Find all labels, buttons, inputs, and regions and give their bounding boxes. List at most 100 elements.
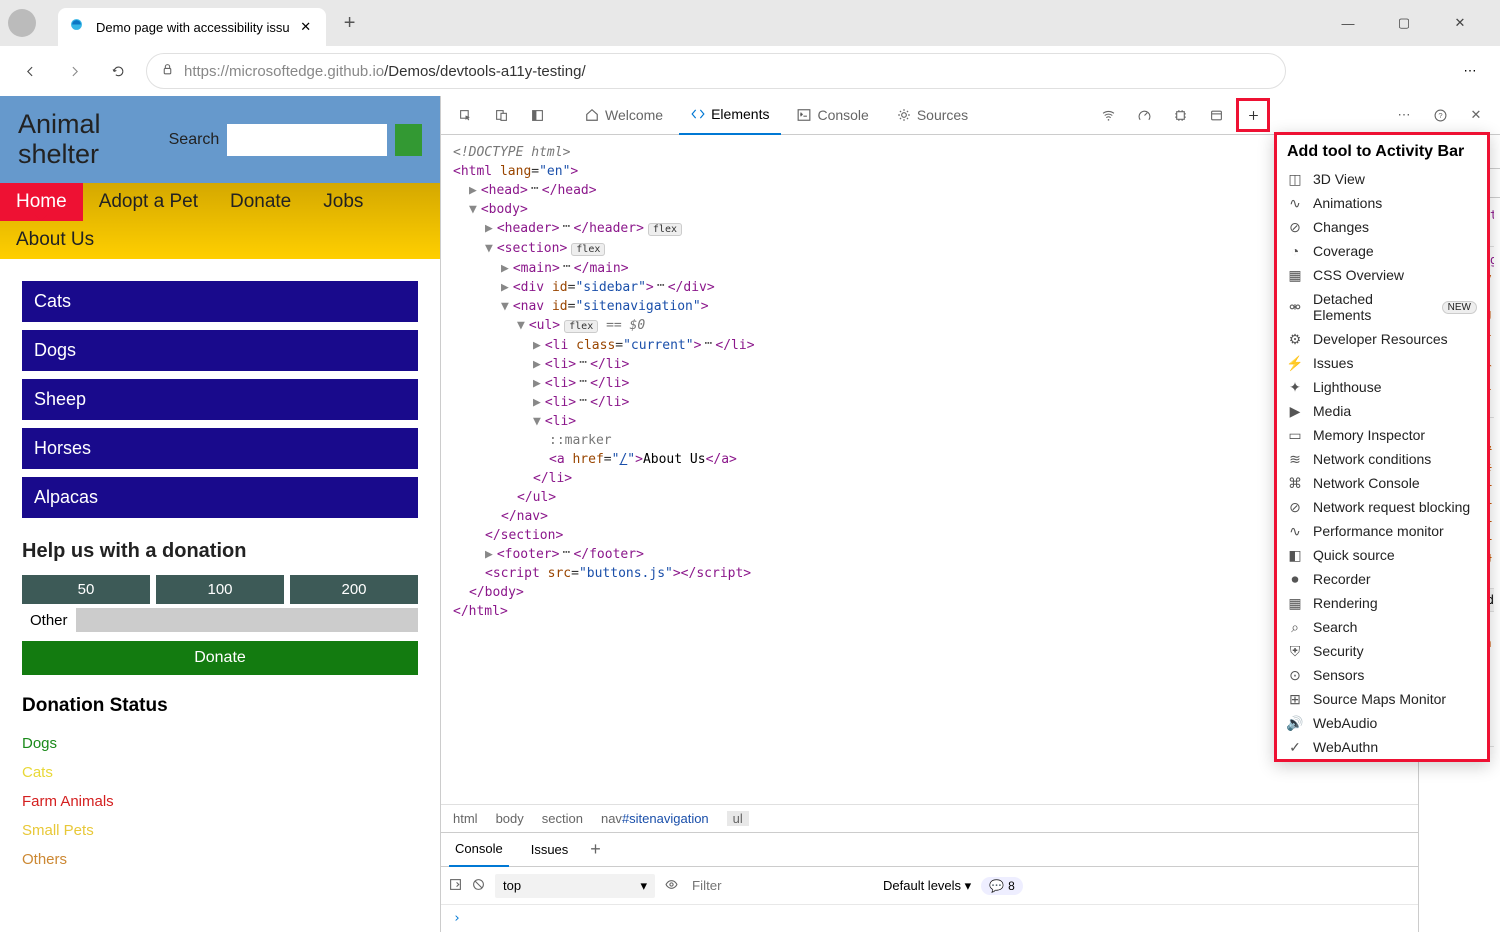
new-tab-button[interactable]: + <box>334 7 366 39</box>
dropdown-item[interactable]: ⚙Developer Resources <box>1277 327 1487 351</box>
performance-icon[interactable] <box>1128 99 1160 131</box>
dropdown-item[interactable]: ≋Network conditions <box>1277 447 1487 471</box>
browser-tab[interactable]: Demo page with accessibility issu ✕ <box>58 8 326 46</box>
dropdown-item[interactable]: ⊘Network request blocking <box>1277 495 1487 519</box>
page-header: Animal shelter Search <box>0 96 440 183</box>
svg-text:?: ? <box>1438 111 1442 120</box>
breadcrumb-item[interactable]: html <box>453 811 478 826</box>
dropdown-item[interactable]: ◫3D View <box>1277 167 1487 191</box>
log-levels-selector[interactable]: Default levels ▾ <box>883 878 971 894</box>
dropdown-item[interactable]: ⏺Recorder <box>1277 567 1487 591</box>
dropdown-item[interactable]: ⌕Search <box>1277 615 1487 639</box>
dropdown-item-label: Source Maps Monitor <box>1313 691 1446 707</box>
reload-button[interactable] <box>102 55 134 87</box>
back-button[interactable] <box>14 55 46 87</box>
issues-badge[interactable]: 💬8 <box>981 877 1023 895</box>
dropdown-item[interactable]: ⚡Issues <box>1277 351 1487 375</box>
breadcrumb-item[interactable]: section <box>542 811 583 826</box>
dropdown-item[interactable]: ◧Quick source <box>1277 543 1487 567</box>
dropdown-item[interactable]: ⊙Sensors <box>1277 663 1487 687</box>
sidebar-toggle-icon[interactable] <box>449 878 462 894</box>
close-devtools-icon[interactable]: ✕ <box>1460 99 1492 131</box>
search-label: Search <box>169 131 220 149</box>
dropdown-item[interactable]: ⚮Detached ElementsNEW <box>1277 287 1487 327</box>
breadcrumb-item[interactable]: nav#sitenavigation <box>601 811 709 826</box>
nav-item[interactable]: Home <box>0 183 83 221</box>
dropdown-item[interactable]: ⊘Changes <box>1277 215 1487 239</box>
clear-console-icon[interactable] <box>472 878 485 894</box>
dropdown-item[interactable]: ◔Coverage <box>1277 239 1487 263</box>
dom-tree[interactable]: <!DOCTYPE html> <html lang="en"> ▶<head>… <box>441 135 1418 804</box>
amount-button[interactable]: 100 <box>156 575 284 604</box>
profile-icon[interactable] <box>8 9 36 37</box>
dropdown-item[interactable]: 🔊WebAudio <box>1277 711 1487 735</box>
tab-console[interactable]: Console <box>785 96 880 135</box>
application-icon[interactable] <box>1200 99 1232 131</box>
dropdown-item-label: Detached Elements <box>1313 291 1428 323</box>
drawer-tab-console[interactable]: Console <box>449 833 509 867</box>
dropdown-item[interactable]: ▦CSS Overview <box>1277 263 1487 287</box>
dropdown-item-label: Quick source <box>1313 547 1395 563</box>
breadcrumb-item[interactable]: ul <box>727 811 749 826</box>
sidebar-item[interactable]: Cats <box>22 281 418 322</box>
other-label: Other <box>22 608 76 633</box>
status-item: Farm Animals <box>22 787 418 816</box>
device-toggle-icon[interactable] <box>485 99 517 131</box>
add-tool-button[interactable] <box>1236 98 1270 132</box>
live-expression-icon[interactable] <box>665 878 678 894</box>
url-bar[interactable]: https://microsoftedge.github.io/Demos/de… <box>146 53 1286 89</box>
dropdown-item[interactable]: ∿Performance monitor <box>1277 519 1487 543</box>
dropdown-item[interactable]: ✓WebAuthn <box>1277 735 1487 759</box>
tab-welcome[interactable]: Welcome <box>573 96 675 135</box>
search-input[interactable] <box>227 124 387 156</box>
network-icon: ≋ <box>1287 451 1303 467</box>
dropdown-item[interactable]: ∿Animations <box>1277 191 1487 215</box>
maximize-button[interactable]: ▢ <box>1388 7 1420 39</box>
minimize-button[interactable]: — <box>1332 7 1364 39</box>
dom-breadcrumb[interactable]: html body section nav#sitenavigation ul <box>441 804 1418 832</box>
dropdown-item-label: Performance monitor <box>1313 523 1444 539</box>
close-icon[interactable]: ✕ <box>298 19 314 35</box>
more-tools-icon[interactable]: ⋯ <box>1388 99 1420 131</box>
nav-item[interactable]: Jobs <box>307 183 379 221</box>
inspect-icon[interactable] <box>449 99 481 131</box>
console-prompt[interactable]: › <box>441 905 1418 932</box>
status-item: Small Pets <box>22 816 418 845</box>
close-window-button[interactable]: ✕ <box>1444 7 1476 39</box>
dropdown-item[interactable]: ▦Rendering <box>1277 591 1487 615</box>
dropdown-item[interactable]: ▶Media <box>1277 399 1487 423</box>
other-amount-input[interactable] <box>76 608 418 632</box>
dropdown-item[interactable]: ⌘Network Console <box>1277 471 1487 495</box>
amount-button[interactable]: 200 <box>290 575 418 604</box>
dropdown-item[interactable]: ⛨Security <box>1277 639 1487 663</box>
amount-button[interactable]: 50 <box>22 575 150 604</box>
sidebar-item[interactable]: Dogs <box>22 330 418 371</box>
drawer-tab-issues[interactable]: Issues <box>525 833 575 867</box>
console-filter-input[interactable] <box>688 874 873 897</box>
nav-item[interactable]: Adopt a Pet <box>83 183 214 221</box>
network-conditions-icon[interactable] <box>1092 99 1124 131</box>
nav-bar: https://microsoftedge.github.io/Demos/de… <box>0 46 1500 96</box>
search-go-button[interactable] <box>395 124 422 156</box>
forward-button[interactable] <box>58 55 90 87</box>
drawer-add-tab[interactable]: + <box>590 839 601 860</box>
help-icon[interactable]: ? <box>1424 99 1456 131</box>
browser-menu-button[interactable]: ⋯ <box>1454 55 1486 87</box>
nav-item[interactable]: Donate <box>214 183 307 221</box>
dropdown-item[interactable]: ▭Memory Inspector <box>1277 423 1487 447</box>
memory-icon[interactable] <box>1164 99 1196 131</box>
sidebar-item[interactable]: Sheep <box>22 379 418 420</box>
dropdown-item[interactable]: ✦Lighthouse <box>1277 375 1487 399</box>
nav-item[interactable]: About Us <box>0 221 110 259</box>
tab-sources[interactable]: Sources <box>885 96 980 135</box>
context-selector[interactable]: top▾ <box>495 874 655 898</box>
sidebar-item[interactable]: Alpacas <box>22 477 418 518</box>
donate-button[interactable]: Donate <box>22 641 418 675</box>
dropdown-item[interactable]: ⊞Source Maps Monitor <box>1277 687 1487 711</box>
breadcrumb-item[interactable]: body <box>496 811 524 826</box>
dropdown-item-label: Search <box>1313 619 1357 635</box>
tab-elements[interactable]: Elements <box>679 96 781 135</box>
recorder-icon: ⏺ <box>1287 571 1303 587</box>
dock-icon[interactable] <box>521 99 553 131</box>
sidebar-item[interactable]: Horses <box>22 428 418 469</box>
